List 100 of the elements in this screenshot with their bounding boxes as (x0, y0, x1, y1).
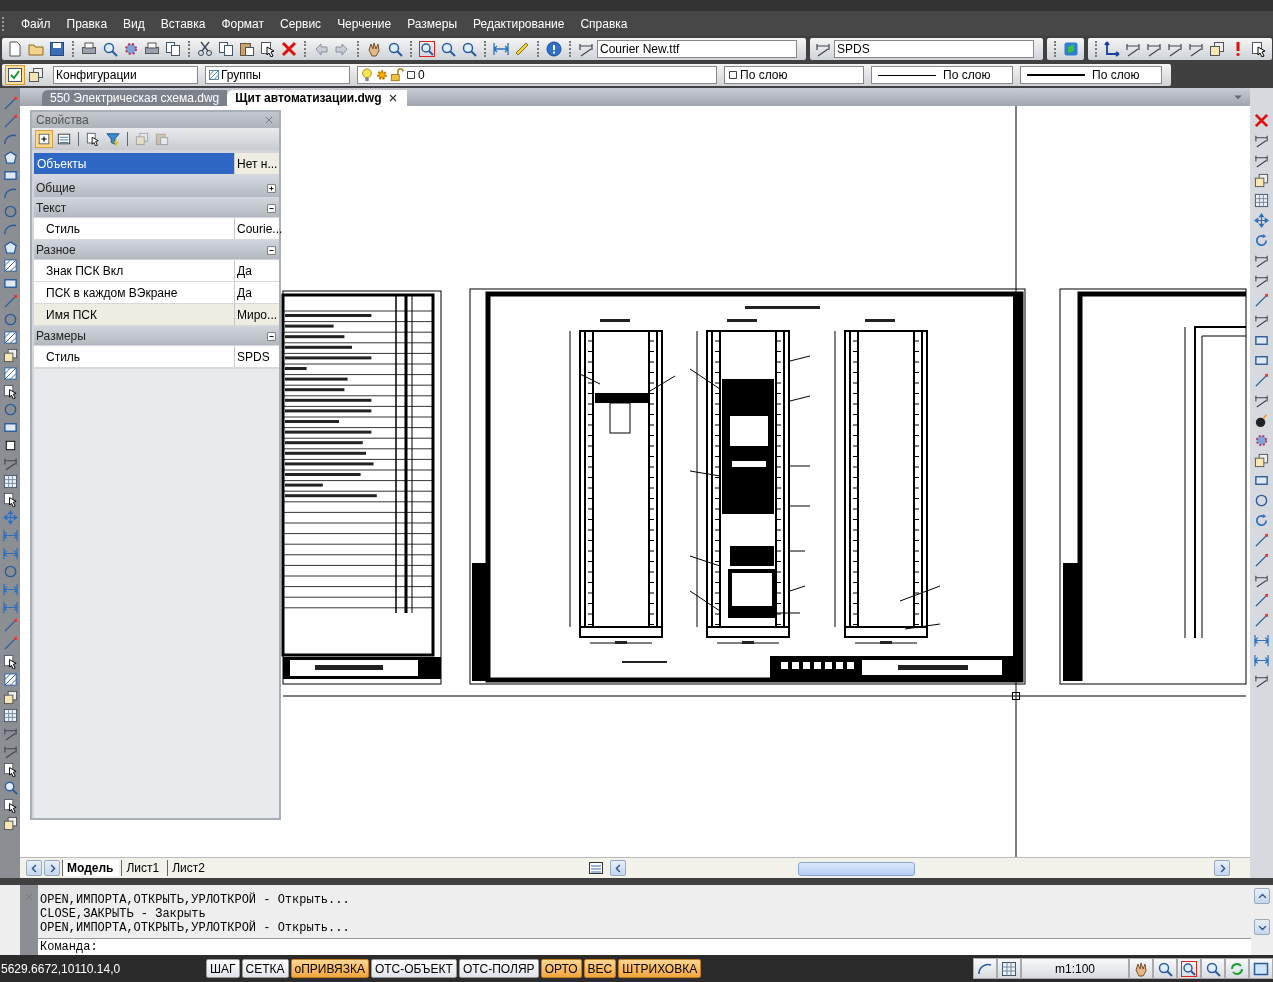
status-toggle[interactable]: ШТРИХОВКА (618, 959, 702, 978)
hatch-icon[interactable] (2, 366, 18, 381)
save-button[interactable] (47, 39, 67, 59)
lineweight-dropdown[interactable]: По слою (1020, 66, 1162, 84)
grid-icon[interactable] (2, 708, 18, 723)
collapse-icon[interactable] (266, 202, 277, 214)
collapse-icon[interactable] (266, 330, 277, 342)
pan-button[interactable] (1129, 958, 1153, 979)
batch-print-button[interactable] (163, 39, 183, 59)
move-icon[interactable] (1254, 213, 1269, 228)
font-dropdown[interactable]: Courier New.ttf (597, 40, 797, 58)
delete-icon[interactable] (1254, 113, 1269, 128)
status-toggle[interactable]: ВЕС (583, 959, 617, 978)
dimension-icon[interactable] (1254, 313, 1269, 328)
next-tab-button[interactable] (44, 860, 60, 876)
menu-item[interactable]: Редактирование (465, 16, 573, 31)
check-button[interactable] (5, 65, 25, 85)
hatch-icon[interactable] (2, 672, 18, 687)
configurations-dropdown[interactable]: Конфигурации (53, 66, 198, 84)
menu-item[interactable]: Формат (213, 16, 273, 31)
grid-button[interactable] (997, 958, 1021, 979)
layers-icon[interactable] (2, 690, 18, 705)
distance-icon[interactable] (1254, 633, 1269, 648)
filter-button[interactable] (104, 130, 122, 148)
property-value[interactable]: Да (235, 260, 279, 281)
line-icon[interactable] (1254, 593, 1269, 608)
property-group-header[interactable]: Текст (34, 199, 279, 217)
menu-item[interactable]: Правка (58, 16, 116, 31)
grid-icon[interactable] (2, 474, 18, 489)
select-icon[interactable] (2, 654, 18, 669)
scroll-right-button[interactable] (1214, 860, 1230, 876)
fullscreen-button[interactable] (1249, 958, 1273, 979)
rectangle-icon[interactable] (2, 276, 18, 291)
drawing-canvas[interactable]: Свойства Объекты Нет н... Общие Текст Стиль Courie... Разное Знак ПСК Вкл Да ПСК в каждом ВЭкране Да Имя ПСК Миро... Размеры Стиль SPDS (20, 106, 1250, 857)
menu-item[interactable]: Вид (115, 16, 153, 31)
rectangle-icon[interactable] (2, 168, 18, 183)
layers-icon[interactable] (2, 348, 18, 363)
linetype-dropdown[interactable]: По слою (871, 66, 1013, 84)
line-icon[interactable] (1254, 533, 1269, 548)
model-space-button[interactable] (973, 958, 997, 979)
layers-icon[interactable] (1254, 453, 1269, 468)
document-tab[interactable]: Щит автоматизации.dwg (227, 90, 408, 106)
dimension-icon[interactable] (2, 726, 18, 741)
dimension-icon[interactable] (1254, 133, 1269, 148)
menu-item[interactable]: Черчение (329, 16, 400, 31)
line-icon[interactable] (1254, 613, 1269, 628)
rectangle-icon[interactable] (2, 420, 18, 435)
layers-button[interactable] (26, 65, 46, 85)
zoom-window-button[interactable] (417, 39, 437, 59)
status-toggle[interactable]: ОТС-ПОЛЯР (458, 959, 539, 978)
distance-icon[interactable] (1254, 653, 1269, 668)
dimension-icon[interactable] (1254, 393, 1269, 408)
dimension-icon[interactable] (1254, 573, 1269, 588)
property-group-header[interactable]: Разное (34, 241, 279, 259)
zoom-window-button[interactable] (1177, 958, 1201, 979)
select-icon[interactable] (2, 762, 18, 777)
expand-icon[interactable] (266, 182, 277, 194)
menu-item[interactable]: Размеры (399, 16, 465, 31)
select-icon[interactable] (2, 798, 18, 813)
status-toggle[interactable]: ШАГ (206, 959, 240, 978)
status-toggle[interactable]: ОРТО (540, 959, 582, 978)
color-dropdown[interactable]: По слою (724, 66, 864, 84)
property-value[interactable]: SPDS (235, 346, 279, 367)
zoom-extents-button[interactable] (1201, 958, 1225, 979)
select-icon[interactable] (2, 384, 18, 399)
dimension-icon[interactable] (1254, 153, 1269, 168)
status-toggle[interactable]: оПРИВЯЗКА (290, 959, 369, 978)
line-icon[interactable] (1254, 553, 1269, 568)
select-objects-button[interactable] (84, 130, 102, 148)
previous-tab-button[interactable] (26, 860, 42, 876)
layout-tab[interactable]: Модель (62, 860, 120, 876)
scroll-up-button[interactable] (1254, 888, 1270, 904)
menu-item[interactable]: Вставка (152, 16, 214, 31)
explode-icon[interactable] (1254, 413, 1269, 428)
dimension-icon[interactable] (1254, 273, 1269, 288)
document-tab[interactable]: 550 Электрическая схема.dwg (42, 90, 228, 106)
menu-item[interactable]: Справка (572, 16, 636, 31)
property-value[interactable]: Миро... (235, 304, 279, 325)
copy-button[interactable] (216, 39, 236, 59)
layer-dropdown[interactable]: 0 (357, 66, 717, 84)
gear-icon[interactable] (1254, 433, 1269, 448)
property-group-header[interactable]: Общие (34, 179, 279, 197)
hatch-icon[interactable] (2, 330, 18, 345)
line-icon[interactable] (1254, 293, 1269, 308)
list-icon[interactable] (588, 860, 604, 876)
zoom-button[interactable] (1153, 958, 1177, 979)
circle-icon[interactable] (1254, 493, 1269, 508)
layers-icon[interactable] (1254, 173, 1269, 188)
property-group-header[interactable]: Размеры (34, 327, 279, 345)
rectangle-icon[interactable] (1254, 333, 1269, 348)
rectangle-icon[interactable] (1254, 353, 1269, 368)
dimension-icon[interactable] (1254, 673, 1269, 688)
scroll-left-button[interactable] (610, 860, 626, 876)
dimension-icon[interactable] (1254, 253, 1269, 268)
polygon-icon[interactable] (2, 240, 18, 255)
help-button[interactable] (544, 39, 564, 59)
polygon-icon[interactable] (2, 150, 18, 165)
line-icon[interactable] (1254, 373, 1269, 388)
grid-icon[interactable] (1254, 193, 1269, 208)
rotate-icon[interactable] (1254, 233, 1269, 248)
